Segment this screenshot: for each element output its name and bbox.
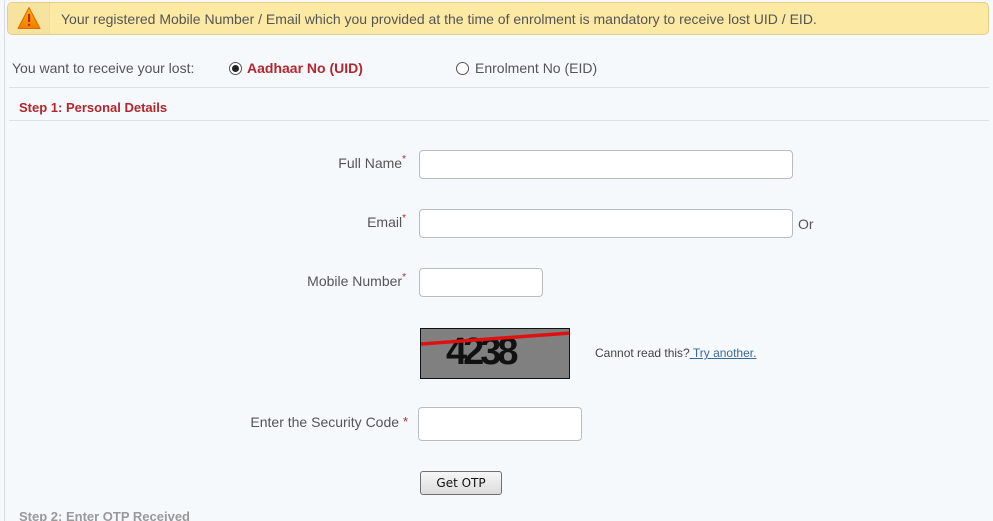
- page-left-border: [4, 0, 5, 521]
- email-label: Email*: [367, 213, 406, 230]
- email-label-text: Email: [367, 214, 403, 230]
- receive-type-label: You want to receive your lost:: [12, 60, 195, 76]
- alert-message: Your registered Mobile Number / Email wh…: [61, 11, 817, 27]
- get-otp-button[interactable]: Get OTP: [420, 471, 502, 495]
- captcha-image: 4238: [420, 328, 570, 379]
- alert-icon-container: [8, 3, 50, 34]
- email-input[interactable]: [419, 209, 793, 238]
- mobile-number-label: Mobile Number*: [307, 272, 406, 289]
- captcha-strike-line: [421, 331, 569, 346]
- radio-enrolment-eid[interactable]: [456, 62, 469, 75]
- full-name-label-text: Full Name: [338, 155, 403, 171]
- section-divider: [9, 87, 989, 88]
- required-mark: *: [402, 154, 406, 165]
- required-mark: *: [402, 414, 408, 429]
- full-name-input[interactable]: [419, 150, 793, 179]
- section-divider: [9, 120, 989, 121]
- security-code-label: Enter the Security Code *: [250, 414, 408, 430]
- or-separator: Or: [798, 216, 814, 232]
- cannot-read-text: Cannot read this?: [595, 346, 690, 360]
- warning-icon: [17, 7, 41, 29]
- radio-label-aadhaar-uid[interactable]: Aadhaar No (UID): [247, 60, 363, 76]
- required-mark: *: [402, 213, 406, 224]
- mobile-number-input[interactable]: [419, 268, 543, 297]
- captcha-refresh-prompt: Cannot read this? Try another.: [595, 346, 756, 360]
- step-2-title: Step 2: Enter OTP Received: [19, 509, 190, 521]
- full-name-label: Full Name*: [338, 154, 406, 171]
- required-mark: *: [402, 272, 406, 283]
- mobile-number-label-text: Mobile Number: [307, 273, 403, 289]
- try-another-link[interactable]: Try another.: [690, 346, 757, 360]
- alert-banner: Your registered Mobile Number / Email wh…: [7, 2, 989, 35]
- security-code-label-text: Enter the Security Code: [250, 414, 403, 430]
- radio-aadhaar-uid[interactable]: [229, 62, 242, 75]
- radio-label-enrolment-eid[interactable]: Enrolment No (EID): [475, 60, 597, 76]
- security-code-input[interactable]: [418, 407, 582, 441]
- step-1-title: Step 1: Personal Details: [19, 100, 168, 115]
- receive-type-row: You want to receive your lost: Aadhaar N…: [12, 60, 992, 78]
